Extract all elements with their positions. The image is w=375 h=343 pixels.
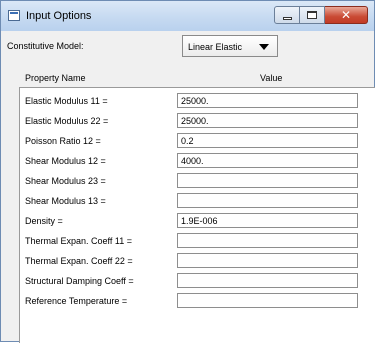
property-row: Thermal Expan. Coeff 22 =	[20, 250, 375, 270]
minimize-button[interactable]	[274, 6, 300, 24]
property-label: Shear Modulus 12 =	[25, 156, 106, 166]
property-value-field[interactable]	[177, 253, 358, 268]
property-row: Density =	[20, 210, 375, 230]
constitutive-model-value: Linear Elastic	[188, 42, 243, 52]
property-label: Density =	[25, 216, 63, 226]
input-options-window: Input Options ✕ Constitutive Model: Line…	[0, 0, 375, 343]
close-icon: ✕	[340, 8, 352, 22]
minimize-icon	[282, 16, 292, 20]
maximize-button[interactable]	[300, 6, 325, 24]
property-value-field[interactable]	[177, 173, 358, 188]
property-row: Reference Temperature =	[20, 290, 375, 310]
chevron-down-icon	[259, 44, 269, 50]
close-button[interactable]: ✕	[325, 6, 368, 24]
header-value: Value	[260, 73, 283, 83]
property-row: Poisson Ratio 12 =	[20, 130, 375, 150]
property-value-field[interactable]	[177, 193, 358, 208]
property-value-field[interactable]	[177, 133, 358, 148]
property-label: Reference Temperature =	[25, 296, 128, 306]
property-grid: Elastic Modulus 11 = Elastic Modulus 22 …	[19, 87, 375, 343]
caption-buttons: ✕	[274, 6, 368, 24]
property-grid-header: Property Name Value	[19, 67, 374, 87]
property-value-field[interactable]	[177, 213, 358, 228]
property-row: Structural Damping Coeff =	[20, 270, 375, 290]
property-label: Shear Modulus 23 =	[25, 176, 106, 186]
property-value-field[interactable]	[177, 293, 358, 308]
property-value-field[interactable]	[177, 113, 358, 128]
property-label: Elastic Modulus 11 =	[25, 96, 108, 106]
constitutive-model-label: Constitutive Model:	[7, 41, 84, 51]
property-value-field[interactable]	[177, 273, 358, 288]
property-label: Elastic Modulus 22 =	[25, 116, 109, 126]
constitutive-model-dropdown[interactable]: Linear Elastic	[182, 35, 278, 57]
property-row: Elastic Modulus 22 =	[20, 110, 375, 130]
property-value-field[interactable]	[177, 233, 358, 248]
property-label: Shear Modulus 13 =	[25, 196, 106, 206]
property-row: Elastic Modulus 11 =	[20, 90, 375, 110]
header-property-name: Property Name	[25, 73, 86, 83]
property-label: Thermal Expan. Coeff 22 =	[25, 256, 133, 266]
title-bar[interactable]: Input Options ✕	[1, 1, 374, 31]
property-label: Poisson Ratio 12 =	[25, 136, 101, 146]
property-row: Shear Modulus 13 =	[20, 190, 375, 210]
property-row: Shear Modulus 12 =	[20, 150, 375, 170]
property-value-field[interactable]	[177, 93, 358, 108]
property-value-field[interactable]	[177, 153, 358, 168]
app-window-icon	[8, 10, 20, 21]
property-label: Thermal Expan. Coeff 11 =	[25, 236, 132, 246]
maximize-icon	[307, 11, 317, 19]
property-row: Shear Modulus 23 =	[20, 170, 375, 190]
window-title: Input Options	[26, 10, 92, 22]
property-label: Structural Damping Coeff =	[25, 276, 134, 286]
property-row: Thermal Expan. Coeff 11 =	[20, 230, 375, 250]
